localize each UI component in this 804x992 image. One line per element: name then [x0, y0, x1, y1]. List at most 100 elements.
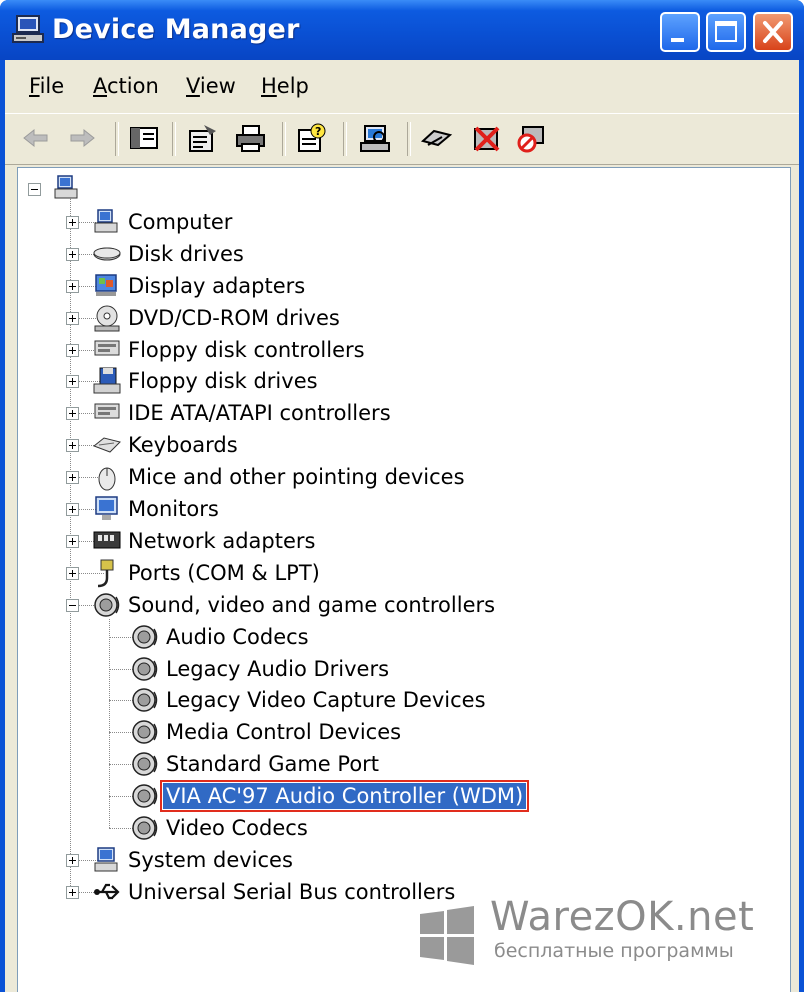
floppy-icon	[93, 367, 121, 394]
tree-item-device[interactable]: Legacy Video Capture Devices	[163, 684, 489, 716]
tree-item-selected-device[interactable]: VIA AC'97 Audio Controller (WDM)	[159, 780, 530, 813]
expand-toggle[interactable]	[66, 215, 79, 229]
update-driver-button[interactable]	[419, 121, 455, 155]
device-tree[interactable]: Computer Disk drives Display adapters DVD/C…	[17, 167, 791, 992]
port-icon	[97, 559, 114, 588]
menu-action[interactable]: Action	[93, 74, 159, 98]
scan-hardware-button[interactable]	[357, 121, 393, 155]
mouse-icon	[98, 467, 116, 491]
expand-toggle[interactable]	[66, 279, 79, 293]
tree-item-device[interactable]: Video Codecs	[163, 812, 311, 844]
tree-item-label: Mice and other pointing devices	[128, 465, 465, 490]
uninstall-button[interactable]	[469, 121, 505, 155]
svg-text:?: ?	[315, 125, 321, 138]
show-hide-console-tree-button[interactable]	[126, 121, 162, 155]
help-button[interactable]: ?	[293, 121, 329, 155]
menu-bar: File Action View Help	[5, 60, 799, 112]
show-hide-console-tree-icon	[130, 127, 158, 149]
tree-item-label: Floppy disk drives	[128, 369, 318, 394]
tree-item-device[interactable]: Standard Game Port	[163, 748, 382, 780]
help-icon: ?	[298, 123, 326, 152]
close-button[interactable]	[753, 12, 793, 52]
maximize-button[interactable]	[706, 12, 746, 52]
tree-item-category[interactable]: Disk drives	[125, 238, 247, 270]
tree-item-label: VIA AC'97 Audio Controller (WDM)	[159, 780, 530, 813]
properties-icon	[189, 125, 216, 152]
expand-toggle[interactable]	[66, 375, 79, 389]
toolbar-separator	[115, 122, 119, 156]
maximize-icon	[715, 21, 737, 42]
expand-toggle[interactable]	[66, 343, 79, 357]
tree-item-label: Display adapters	[128, 273, 306, 298]
tree-item-category[interactable]: Keyboards	[125, 429, 241, 461]
tree-item-device[interactable]: Audio Codecs	[163, 621, 312, 653]
device-manager-icon	[12, 15, 44, 43]
expand-toggle[interactable]	[66, 407, 79, 421]
disable-icon	[517, 126, 544, 153]
tree-item-category[interactable]: Monitors	[125, 493, 222, 525]
tree-item-category[interactable]: Computer	[125, 206, 235, 238]
tree-item-label: System devices	[128, 847, 293, 872]
toolbar-separator	[172, 122, 176, 156]
speaker-icon	[132, 752, 158, 776]
print-icon	[236, 125, 265, 152]
menu-view[interactable]: View	[186, 74, 236, 98]
expand-toggle[interactable]	[66, 534, 79, 548]
expand-toggle[interactable]	[66, 439, 79, 453]
tree-item-category[interactable]: IDE ATA/ATAPI controllers	[125, 397, 394, 429]
tree-item-label: Audio Codecs	[166, 624, 309, 649]
tree-item-category[interactable]: Mice and other pointing devices	[125, 461, 468, 493]
menu-view-label: iew	[199, 74, 236, 98]
root-collapse-toggle[interactable]	[28, 183, 41, 196]
expand-toggle[interactable]	[66, 885, 79, 899]
speaker-icon	[132, 688, 158, 713]
toolbar-separator	[407, 122, 411, 156]
tree-item-label: Media Control Devices	[166, 720, 402, 745]
toolbar-separator	[282, 122, 286, 156]
forward-button[interactable]	[65, 121, 101, 155]
menu-file[interactable]: File	[29, 74, 64, 98]
menu-action-label: ction	[107, 74, 159, 98]
scan-hardware-icon	[360, 125, 390, 152]
expand-toggle[interactable]	[66, 566, 79, 580]
expand-toggle[interactable]	[66, 503, 79, 516]
expand-toggle[interactable]	[66, 471, 79, 485]
disable-button[interactable]	[513, 121, 549, 155]
tree-item-device[interactable]: Legacy Audio Drivers	[163, 653, 392, 685]
tree-item-category[interactable]: System devices	[125, 844, 296, 876]
menu-help-label: elp	[276, 74, 309, 98]
controller-icon	[94, 403, 120, 419]
tree-item-category[interactable]: Universal Serial Bus controllers	[125, 876, 458, 908]
title-bar[interactable]: Device Manager	[0, 0, 804, 60]
tree-item-category[interactable]: DVD/CD-ROM drives	[125, 302, 343, 334]
tree-item-category[interactable]: Ports (COM & LPT)	[125, 557, 323, 589]
tree-item-label: Legacy Video Capture Devices	[166, 688, 486, 713]
controller-icon	[94, 340, 120, 355]
print-button[interactable]	[232, 121, 268, 155]
watermark: WarezOK.net бесплатные программы	[418, 894, 798, 976]
tree-item-label: Ports (COM & LPT)	[128, 560, 320, 585]
minimize-button[interactable]	[660, 12, 700, 52]
expand-toggle[interactable]	[66, 853, 79, 867]
tree-item-device[interactable]: Media Control Devices	[163, 716, 404, 748]
tree-item-label: Network adapters	[128, 528, 316, 553]
keyboard-icon	[93, 437, 121, 453]
tree-item-category[interactable]: Sound, video and game controllers	[125, 589, 498, 621]
window-frame: File Action View Help ? Computer Disk dr…	[5, 60, 799, 992]
expand-toggle[interactable]	[66, 247, 79, 261]
tree-item-category[interactable]: Network adapters	[125, 525, 318, 557]
expand-toggle[interactable]	[66, 311, 79, 325]
back-button[interactable]	[17, 121, 53, 155]
menu-help[interactable]: Help	[261, 74, 309, 98]
speaker-icon	[132, 720, 158, 745]
tree-item-category[interactable]: Display adapters	[125, 270, 308, 302]
properties-button[interactable]	[184, 121, 220, 155]
tree-item-category[interactable]: Floppy disk drives	[125, 365, 321, 397]
menu-file-label: ile	[39, 74, 65, 98]
collapse-toggle[interactable]	[66, 598, 79, 612]
tree-item-category[interactable]: Floppy disk controllers	[125, 334, 368, 366]
system-devices-icon	[94, 847, 118, 872]
speaker-icon	[132, 784, 158, 808]
tree-item-label: Floppy disk controllers	[128, 337, 365, 362]
speaker-icon	[94, 592, 120, 617]
